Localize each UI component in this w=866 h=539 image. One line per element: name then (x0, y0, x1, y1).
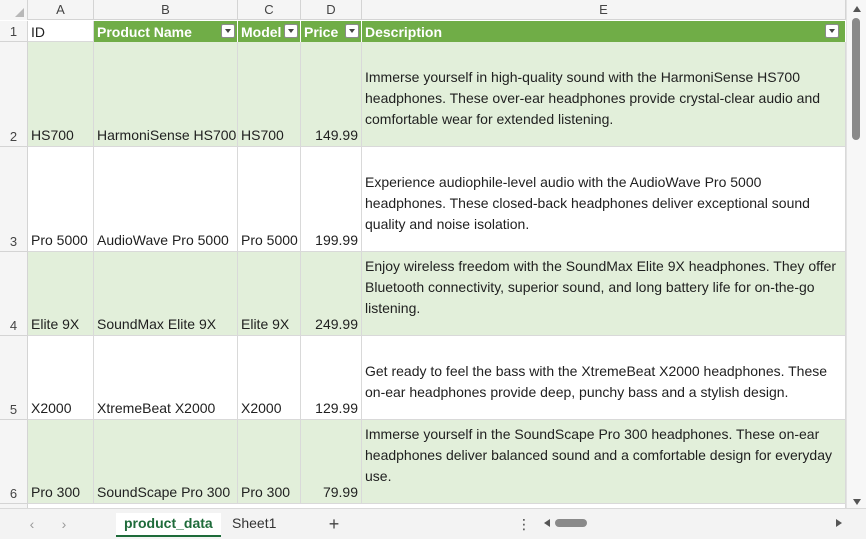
table-cell-price[interactable]: 79.99 (301, 420, 362, 504)
header-cell-price[interactable]: Price (301, 21, 362, 42)
table-cell-description[interactable]: Experience audiophile-level audio with t… (362, 147, 846, 252)
header-cell-id[interactable]: ID (28, 21, 94, 42)
scroll-right-icon[interactable] (836, 519, 842, 527)
sheet-tab-sheet1[interactable]: Sheet1 (224, 513, 284, 537)
table-cell-id[interactable]: HS700 (28, 42, 94, 147)
column-headings: A B C D E (0, 0, 846, 20)
table-cell-model[interactable]: Elite 9X (238, 252, 301, 336)
sheet-tab-product-data[interactable]: product_data (116, 513, 221, 537)
table-cell-product-name[interactable]: SoundScape Pro 300 (94, 420, 238, 504)
column-heading-b[interactable]: B (94, 0, 238, 20)
row-heading-1[interactable]: 1 (0, 21, 28, 42)
chevron-down-icon (225, 29, 231, 33)
plus-icon[interactable]: + (324, 513, 344, 535)
table-cell-model[interactable]: HS700 (238, 42, 301, 147)
filter-model-button[interactable] (284, 24, 298, 38)
scroll-down-icon[interactable] (853, 499, 861, 505)
row-heading-6[interactable]: 6 (0, 420, 28, 504)
vertical-ellipsis-icon[interactable]: ⋮ (517, 514, 531, 534)
table-cell-id[interactable]: X2000 (28, 336, 94, 420)
filter-price-button[interactable] (345, 24, 359, 38)
header-cell-model[interactable]: Model (238, 21, 301, 42)
scroll-left-icon[interactable] (544, 519, 550, 527)
table-cell-id[interactable]: Pro 5000 (28, 147, 94, 252)
table-cell-price[interactable]: 199.99 (301, 147, 362, 252)
chevron-down-icon (349, 29, 355, 33)
table-cell-product-name[interactable]: AudioWave Pro 5000 (94, 147, 238, 252)
select-all-icon (15, 8, 24, 17)
horizontal-scroll-thumb[interactable] (555, 519, 587, 527)
table-cell-model[interactable]: Pro 300 (238, 420, 301, 504)
select-all-corner[interactable] (0, 0, 28, 20)
table-cell-product-name[interactable]: HarmoniSense HS700 (94, 42, 238, 147)
table-cell-description[interactable]: Immerse yourself in the SoundScape Pro 3… (362, 420, 846, 504)
header-cell-product-name[interactable]: Product Name (94, 21, 238, 42)
scroll-up-icon[interactable] (853, 6, 861, 12)
filter-product-name-button[interactable] (221, 24, 235, 38)
column-heading-a[interactable]: A (28, 0, 94, 20)
filter-description-button[interactable] (825, 24, 839, 38)
row-heading-4[interactable]: 4 (0, 252, 28, 336)
table-cell-model[interactable]: X2000 (238, 336, 301, 420)
table-cell-price[interactable]: 249.99 (301, 252, 362, 336)
table-cell-model[interactable]: Pro 5000 (238, 147, 301, 252)
header-cell-description[interactable]: Description (362, 21, 846, 42)
table-cell-price[interactable]: 129.99 (301, 336, 362, 420)
table-cell-description[interactable]: Immerse yourself in high-quality sound w… (362, 42, 846, 147)
column-heading-c[interactable]: C (238, 0, 301, 20)
table-cell-product-name[interactable]: XtremeBeat X2000 (94, 336, 238, 420)
table-cell-id[interactable]: Pro 300 (28, 420, 94, 504)
chevron-left-icon[interactable]: ‹ (24, 515, 40, 533)
horizontal-scrollbar[interactable] (540, 517, 844, 531)
column-heading-d[interactable]: D (301, 0, 362, 20)
table-cell-id[interactable]: Elite 9X (28, 252, 94, 336)
column-heading-e[interactable]: E (362, 0, 846, 20)
table-cell-description[interactable]: Enjoy wireless freedom with the SoundMax… (362, 252, 846, 336)
table-cell-product-name[interactable]: SoundMax Elite 9X (94, 252, 238, 336)
sheet-tab-bar: ‹ › product_data Sheet1 + ⋮ (0, 508, 866, 539)
table-cell-price[interactable]: 149.99 (301, 42, 362, 147)
row-heading-5[interactable]: 5 (0, 336, 28, 420)
chevron-right-icon[interactable]: › (56, 515, 72, 533)
row-heading-2[interactable]: 2 (0, 42, 28, 147)
row-heading-3[interactable]: 3 (0, 147, 28, 252)
table-cell-description[interactable]: Get ready to feel the bass with the Xtre… (362, 336, 846, 420)
chevron-down-icon (829, 29, 835, 33)
vertical-scrollbar[interactable] (846, 0, 866, 508)
vertical-scroll-thumb[interactable] (852, 18, 860, 140)
chevron-down-icon (288, 29, 294, 33)
